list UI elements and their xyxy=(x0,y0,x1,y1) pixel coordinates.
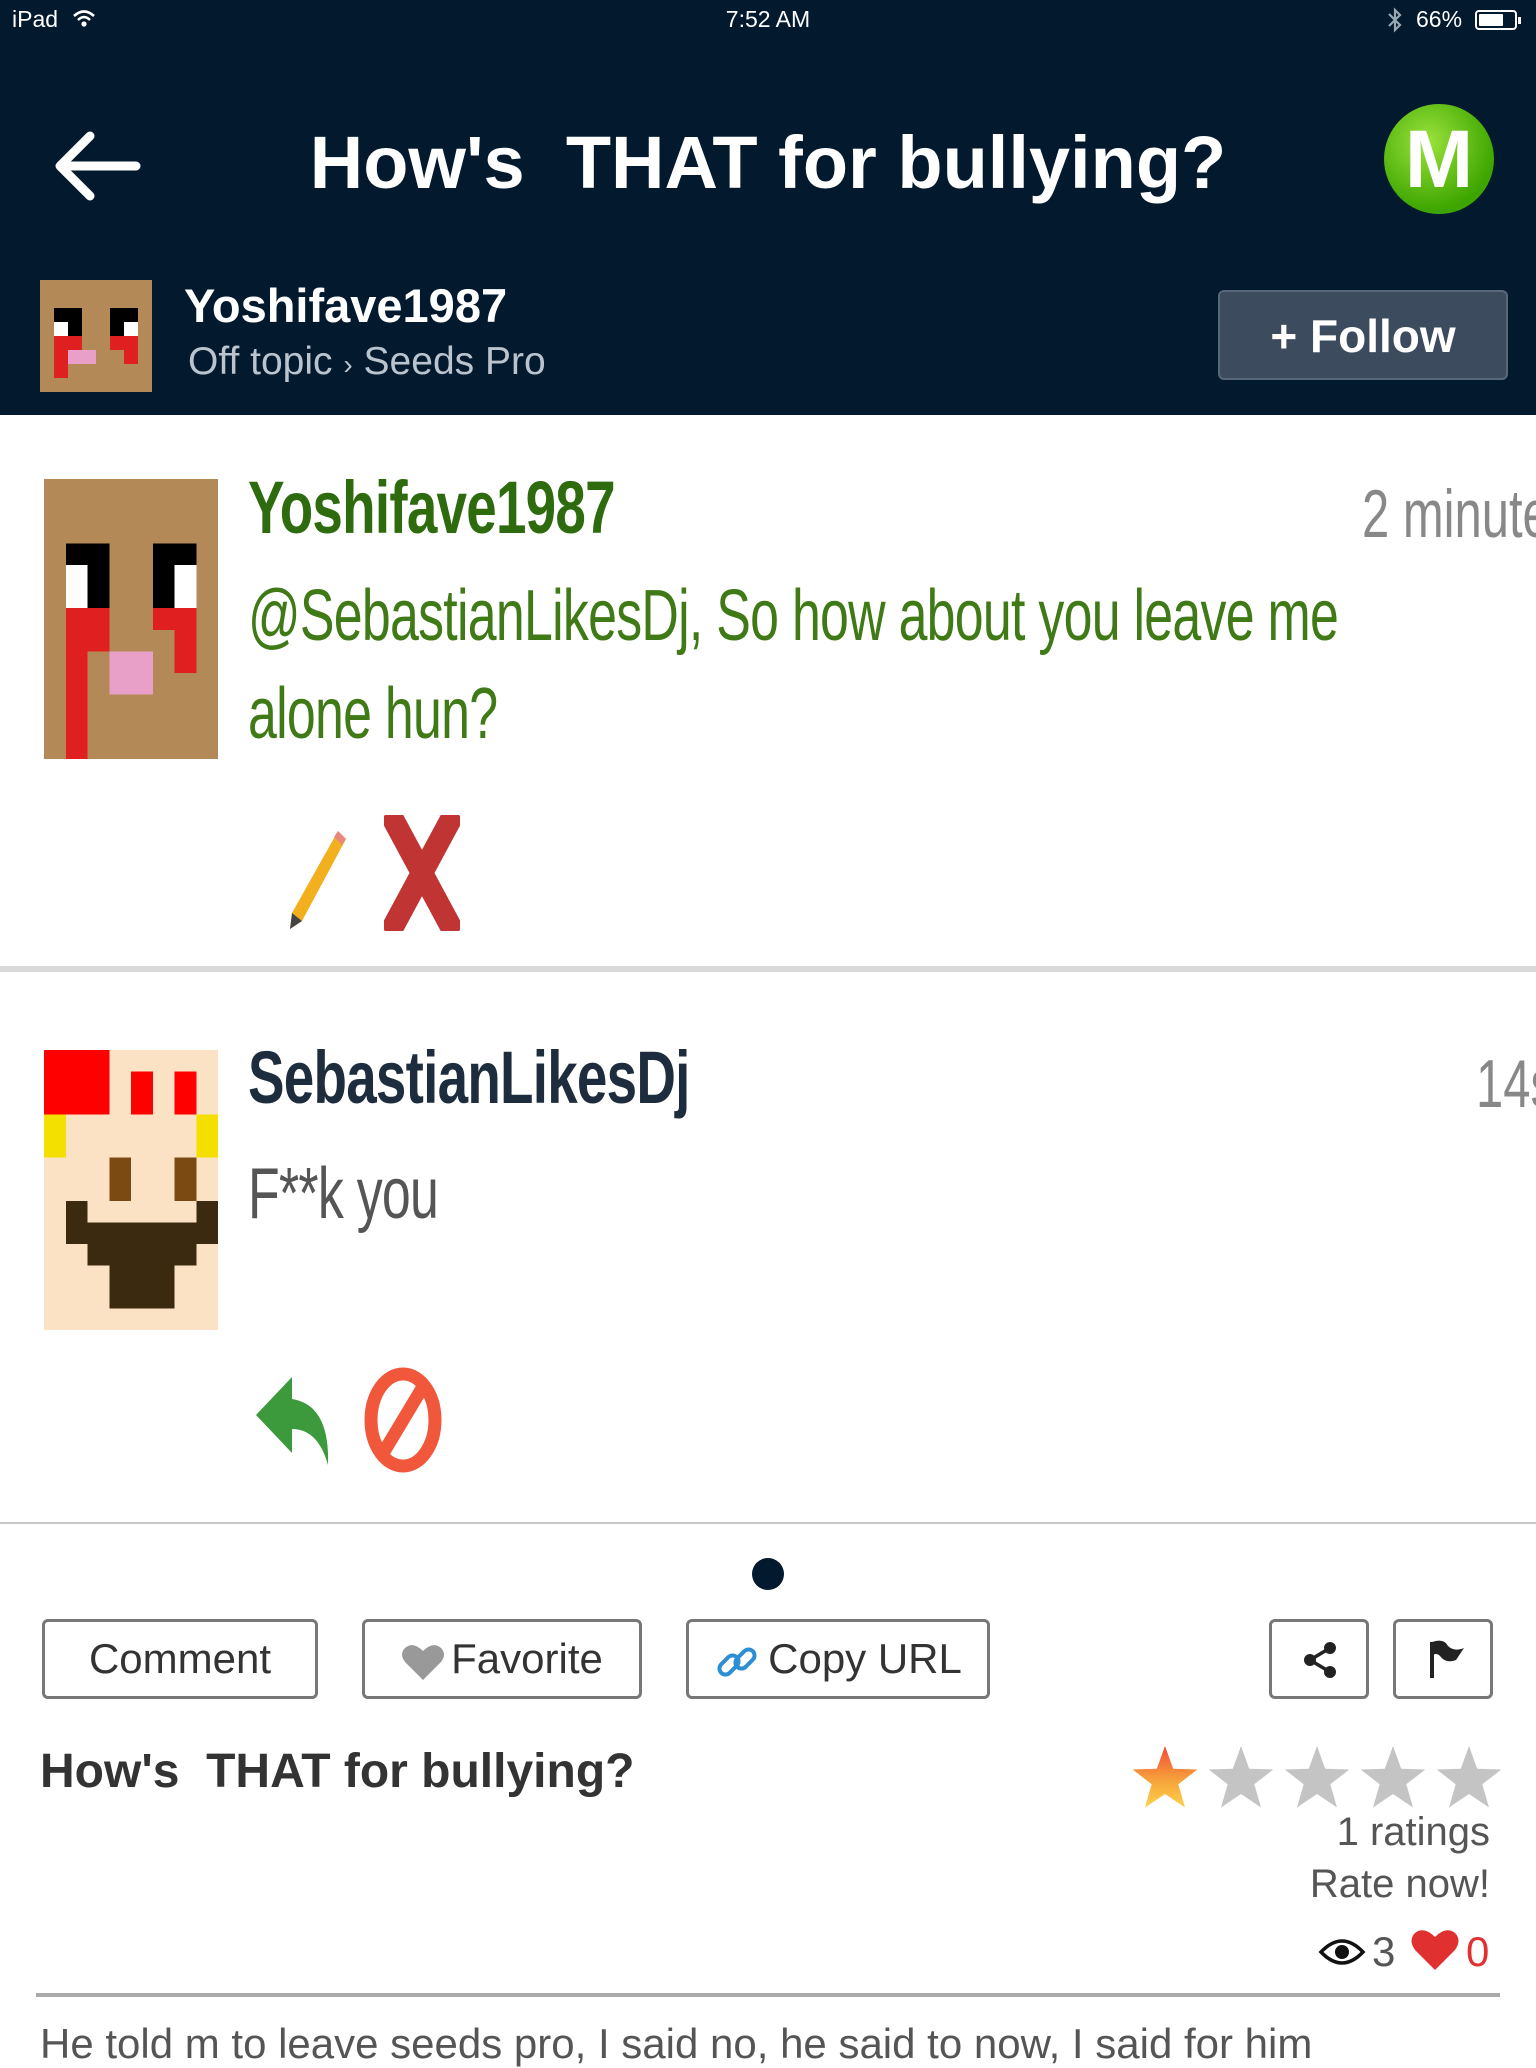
star-rating[interactable] xyxy=(1130,1744,1506,1814)
author-name[interactable]: Yoshifave1987 xyxy=(184,278,507,333)
like-count: 0 xyxy=(1466,1928,1490,1975)
pencil-icon xyxy=(290,831,346,929)
copy-url-label: Copy URL xyxy=(768,1635,962,1682)
follow-button[interactable]: + Follow xyxy=(1218,290,1508,380)
comment-button[interactable]: Comment xyxy=(42,1619,318,1699)
ratings-count: 1 ratings xyxy=(1336,1810,1490,1854)
view-count: 3 xyxy=(1372,1928,1396,1975)
status-time: 7:52 AM xyxy=(725,6,811,32)
link-icon xyxy=(717,1647,757,1677)
breadcrumb-category[interactable]: Off topic xyxy=(188,340,333,383)
battery-percent: 66% xyxy=(1416,6,1463,32)
comment-username: Yoshifave1987 xyxy=(248,466,616,549)
star-empty[interactable] xyxy=(1360,1746,1426,1808)
post-image: Yoshifave1987 2 minutes @SebastianLikesD… xyxy=(0,415,1536,1525)
page-indicator-dot[interactable] xyxy=(752,1558,784,1590)
star-filled[interactable] xyxy=(1132,1746,1198,1808)
eye-icon xyxy=(1318,1939,1366,1965)
breadcrumb: Off topic › Seeds Pro xyxy=(188,340,546,384)
section-divider xyxy=(36,1993,1500,1997)
post-title: How's THAT for bullying? xyxy=(40,1745,635,1798)
app-logo[interactable]: M xyxy=(1384,104,1494,214)
block-icon xyxy=(364,1367,442,1473)
delete-x-icon xyxy=(384,815,460,931)
report-button[interactable] xyxy=(1393,1619,1493,1699)
comment-time: 2 minutes xyxy=(1362,476,1536,552)
image-bottom-border xyxy=(0,1522,1536,1524)
heart-icon[interactable] xyxy=(1410,1928,1460,1972)
breadcrumb-subcategory[interactable]: Seeds Pro xyxy=(364,340,546,383)
comment-username: SebastianLikesDj xyxy=(248,1036,690,1119)
flag-icon xyxy=(1430,1640,1464,1678)
bluetooth-icon xyxy=(1388,7,1402,33)
share-button[interactable] xyxy=(1269,1619,1369,1699)
heart-icon xyxy=(402,1645,445,1680)
reply-icon xyxy=(256,1377,329,1465)
comment-avatar xyxy=(44,1050,218,1330)
comment-divider xyxy=(0,966,1536,972)
favorite-button[interactable]: Favorite xyxy=(362,1619,642,1699)
copy-url-button[interactable]: Copy URL xyxy=(686,1619,990,1699)
wifi-icon xyxy=(73,10,95,27)
breadcrumb-separator: › xyxy=(343,349,353,380)
rate-now-link[interactable]: Rate now! xyxy=(1200,1862,1490,1907)
post-description: He told m to leave seeds pro, I said no,… xyxy=(40,2020,1313,2067)
battery-icon xyxy=(1475,10,1521,30)
favorite-label: Favorite xyxy=(451,1635,603,1682)
author-avatar[interactable] xyxy=(40,280,152,392)
comment-avatar xyxy=(44,479,218,759)
star-empty[interactable] xyxy=(1436,1746,1502,1808)
share-icon xyxy=(1304,1642,1336,1678)
comment-time: 14s xyxy=(1476,1046,1536,1122)
star-empty[interactable] xyxy=(1208,1746,1274,1808)
comment-text-line: F**k you xyxy=(248,1154,439,1234)
page-title: How's THAT for bullying? xyxy=(309,121,1227,204)
back-arrow-icon[interactable] xyxy=(48,126,148,206)
comment-text-line: alone hun? xyxy=(248,674,498,754)
comment-text-line: @SebastianLikesDj, So how about you leav… xyxy=(248,576,1339,656)
star-empty[interactable] xyxy=(1284,1746,1350,1808)
status-device: iPad xyxy=(12,6,59,32)
